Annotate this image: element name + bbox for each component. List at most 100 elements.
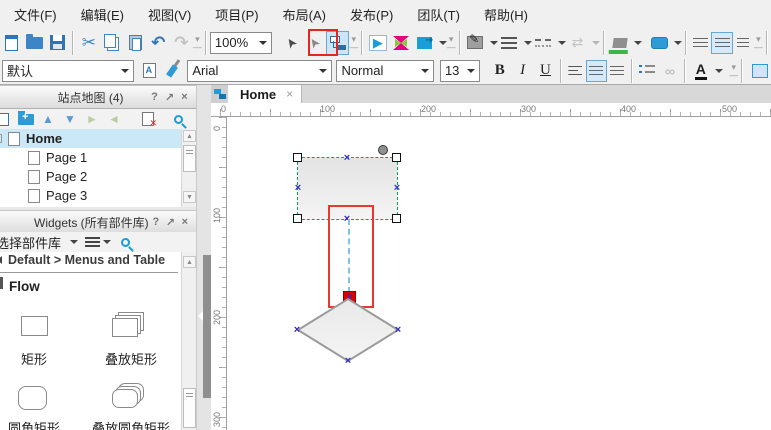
collapse-panel-arrow-icon[interactable]	[198, 311, 203, 321]
widget-label[interactable]: 叠放圆角矩形	[92, 418, 170, 430]
resize-handle-se[interactable]	[392, 214, 401, 223]
widget-stacked-rectangle[interactable]	[112, 312, 146, 340]
font-family-combobox[interactable]: Arial	[187, 60, 332, 82]
toolbar-overflow-chevron[interactable]: ▾—	[349, 35, 358, 51]
tab-home[interactable]: Home ×	[228, 85, 302, 103]
tree-item-page3[interactable]: Page 3	[0, 186, 196, 205]
line-spacing-medium-button[interactable]	[711, 32, 732, 54]
connector-dashed-line[interactable]	[348, 219, 350, 293]
scroll-up-button[interactable]: ▲	[183, 130, 196, 142]
connection-point-diamond-left[interactable]: ×	[292, 325, 302, 335]
widgets-scrollbar[interactable]: ▲	[181, 252, 196, 430]
bold-button[interactable]: B	[488, 59, 511, 83]
cut-button[interactable]: ✂	[77, 31, 100, 55]
close-icon[interactable]: ×	[177, 91, 192, 103]
diamond-widget[interactable]	[295, 296, 401, 364]
shape-fill-dropdown-arrow[interactable]	[674, 41, 682, 45]
style-dropdown-arrow[interactable]	[490, 41, 498, 45]
splitter-scrollbar-thumb[interactable]	[203, 255, 211, 398]
new-file-button[interactable]	[0, 31, 23, 55]
sitemap-scrollbar[interactable]: ▲ ▼	[181, 129, 196, 207]
select-contained-mode-button[interactable]: ➤	[280, 31, 303, 55]
align-right-button[interactable]	[607, 60, 628, 82]
widget-label[interactable]: 圆角矩形	[8, 418, 60, 430]
menu-view[interactable]: 视图(V)	[136, 1, 203, 28]
connection-point-top[interactable]: ×	[342, 153, 352, 163]
fill-color-button[interactable]	[608, 31, 631, 55]
redo-button-disabled[interactable]: ↷	[170, 31, 193, 55]
publish-dropdown-arrow[interactable]	[439, 41, 447, 45]
connector-mode-button[interactable]	[326, 31, 349, 55]
connection-point-right[interactable]: ×	[392, 183, 402, 193]
scroll-up-button[interactable]: ▲	[183, 256, 196, 268]
outdent-button[interactable]: ◄	[106, 111, 122, 127]
connection-point-diamond-bottom[interactable]: ×	[343, 356, 353, 366]
widgets-search-button[interactable]	[117, 234, 133, 250]
move-down-button[interactable]: ▼	[62, 111, 78, 127]
widget-rectangle[interactable]	[21, 316, 48, 336]
widget-stacked-rounded-rectangle[interactable]	[112, 383, 146, 413]
resize-handle-nw[interactable]	[293, 153, 302, 162]
shape-fill-button[interactable]	[648, 31, 671, 55]
section-expander-icon[interactable]	[0, 277, 3, 289]
align-center-button[interactable]	[586, 60, 607, 82]
italic-button[interactable]: I	[511, 59, 534, 83]
menu-team[interactable]: 团队(T)	[405, 1, 472, 28]
indent-button[interactable]: ►	[84, 111, 100, 127]
back-arrow-icon[interactable]	[0, 256, 2, 264]
line-style-dropdown-arrow[interactable]	[558, 41, 566, 45]
toolbar-overflow-chevron[interactable]: ▾—	[729, 63, 738, 79]
design-canvas[interactable]: × × × × × × × ×	[227, 117, 771, 430]
scrollbar-thumb[interactable]	[183, 145, 196, 172]
style-editor-button[interactable]	[464, 31, 487, 55]
menu-project[interactable]: 项目(P)	[203, 1, 270, 28]
menu-help[interactable]: 帮助(H)	[472, 1, 540, 28]
toolbar-overflow-chevron[interactable]: ▾—	[193, 35, 202, 51]
widget-label[interactable]: 叠放矩形	[105, 349, 157, 368]
publish-button[interactable]	[413, 31, 436, 55]
add-page-button[interactable]	[0, 111, 12, 127]
toolbar-overflow-chevron[interactable]: ▾—	[447, 35, 456, 51]
tree-item-home[interactable]: Home	[0, 129, 196, 148]
line-style-button[interactable]	[532, 31, 555, 55]
expander-icon[interactable]	[0, 134, 2, 143]
arrow-style-dropdown-arrow[interactable]	[592, 41, 600, 45]
font-style-combobox[interactable]: Normal	[336, 60, 434, 82]
paste-button[interactable]	[124, 31, 147, 55]
underline-button[interactable]: U	[534, 59, 557, 83]
clipped-toolbar-button[interactable]	[748, 59, 771, 83]
format-painter-button[interactable]	[138, 59, 161, 83]
copy-button[interactable]	[100, 31, 123, 55]
library-selector-arrow[interactable]	[70, 240, 78, 244]
widget-label[interactable]: 矩形	[21, 349, 47, 368]
scroll-down-button[interactable]: ▼	[183, 191, 196, 203]
library-options-button[interactable]	[84, 234, 100, 250]
widgets-section-title[interactable]: Flow	[9, 279, 40, 294]
panel-splitter[interactable]	[196, 85, 211, 430]
add-folder-button[interactable]	[18, 111, 34, 127]
line-width-dropdown-arrow[interactable]	[524, 41, 532, 45]
font-color-button[interactable]: A	[689, 59, 712, 83]
menu-publish[interactable]: 发布(P)	[338, 1, 405, 28]
menu-arrange[interactable]: 布局(A)	[271, 1, 338, 28]
line-spacing-small-button[interactable]	[690, 32, 711, 54]
tab-list-button[interactable]	[211, 85, 228, 103]
widget-style-combobox[interactable]: 默认	[2, 60, 134, 82]
line-width-button[interactable]	[498, 31, 521, 55]
delete-page-button[interactable]	[140, 111, 156, 127]
toolbar-overflow-chevron[interactable]: ▾—	[754, 35, 763, 51]
resize-handle-ne[interactable]	[392, 153, 401, 162]
save-button[interactable]	[46, 31, 69, 55]
font-color-dropdown-arrow[interactable]	[715, 69, 723, 73]
bulleted-list-button[interactable]	[636, 59, 659, 83]
fill-color-dropdown-arrow[interactable]	[634, 41, 642, 45]
share-button[interactable]	[389, 31, 412, 55]
tree-item-page2[interactable]: Page 2	[0, 167, 196, 186]
rotation-handle[interactable]	[378, 145, 388, 155]
connection-point-diamond-right[interactable]: ×	[393, 325, 403, 335]
align-left-button[interactable]	[565, 60, 586, 82]
font-size-combobox[interactable]: 13	[440, 60, 480, 82]
arrow-style-button-disabled[interactable]: ⇄	[566, 31, 589, 55]
tree-item-page1[interactable]: Page 1	[0, 148, 196, 167]
library-selector-dropdown[interactable]: 选择部件库	[0, 233, 61, 252]
